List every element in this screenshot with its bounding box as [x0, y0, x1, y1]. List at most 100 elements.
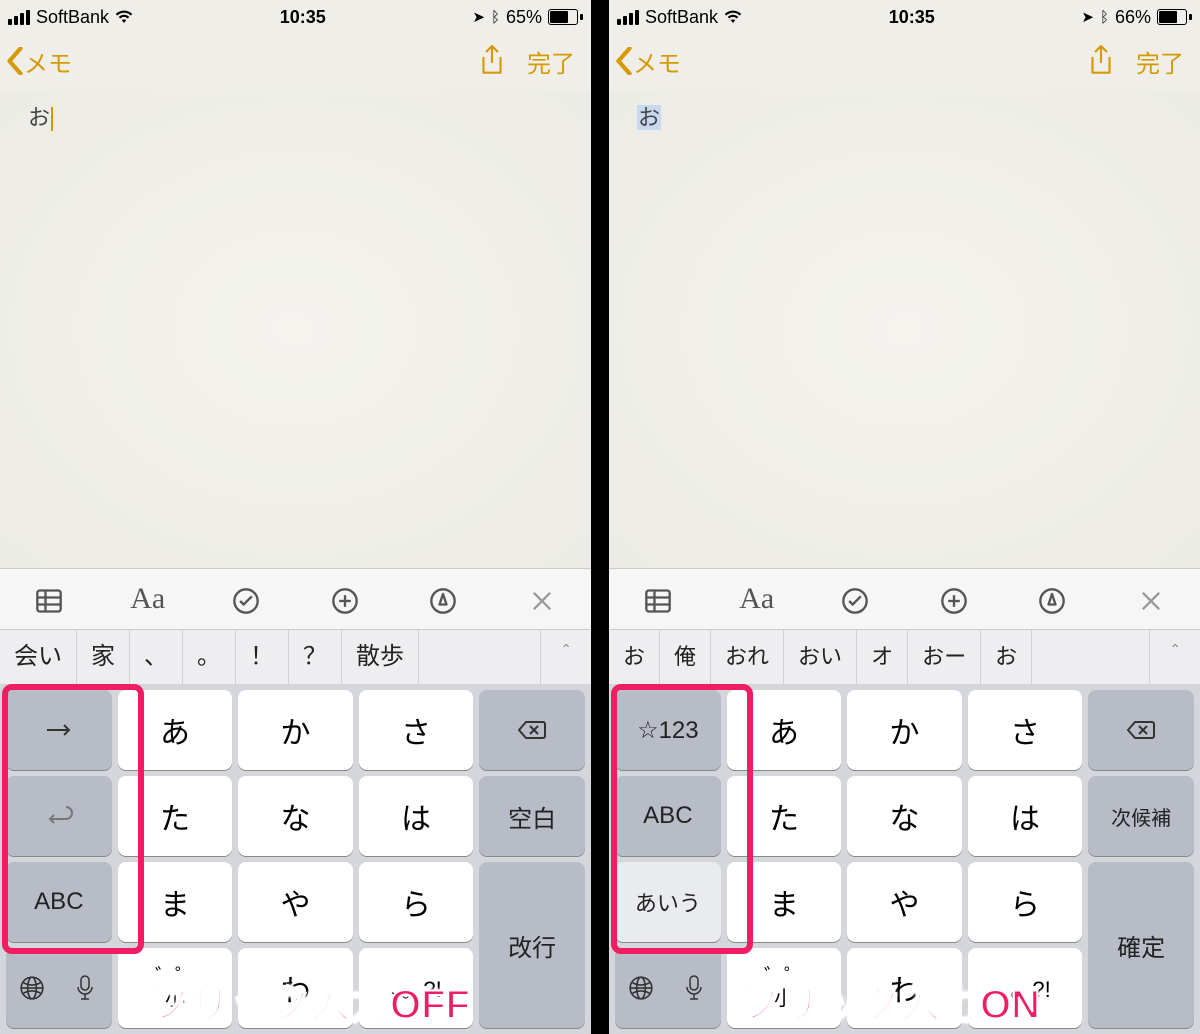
kana-key[interactable]: ま: [727, 862, 842, 942]
back-button[interactable]: メモ: [615, 44, 681, 79]
plus-circle-icon[interactable]: [905, 583, 1004, 614]
mic-icon[interactable]: [668, 975, 721, 1001]
suggestion[interactable]: 。: [183, 630, 236, 684]
text-caret: [51, 107, 53, 131]
back-label: メモ: [633, 44, 681, 79]
done-button[interactable]: 完了: [527, 44, 575, 79]
abc-key[interactable]: ABC: [615, 776, 721, 856]
kana-key[interactable]: か: [847, 690, 962, 770]
plus-circle-icon[interactable]: [296, 583, 395, 614]
phone-left: SoftBank 10:35 ➤ ᛒ 65% メモ 完了: [0, 0, 591, 1034]
draw-circle-icon[interactable]: [394, 583, 493, 614]
wifi-icon: [115, 10, 133, 24]
chevron-left-icon: [6, 47, 24, 75]
check-circle-icon[interactable]: [806, 583, 905, 614]
table-icon[interactable]: [609, 583, 708, 614]
kana-key[interactable]: な: [238, 776, 353, 856]
close-icon[interactable]: [493, 583, 592, 614]
abc-key[interactable]: ABC: [6, 862, 112, 942]
format-toolbar: Aa: [0, 568, 591, 629]
back-button[interactable]: メモ: [6, 44, 72, 79]
next-key[interactable]: [6, 690, 112, 770]
kana-key[interactable]: は: [968, 776, 1083, 856]
check-circle-icon[interactable]: [197, 583, 296, 614]
back-label: メモ: [24, 44, 72, 79]
kana-key[interactable]: さ: [968, 690, 1083, 770]
kana-key[interactable]: ら: [968, 862, 1083, 942]
done-button[interactable]: 完了: [1136, 44, 1184, 79]
kana-key[interactable]: さ: [359, 690, 474, 770]
wifi-icon: [724, 10, 742, 24]
kana-key[interactable]: ま: [118, 862, 233, 942]
nav-bar: メモ 完了: [0, 32, 591, 90]
suggestion[interactable]: おー: [908, 630, 981, 684]
kana-key[interactable]: ら: [359, 862, 474, 942]
suggestion[interactable]: 俺: [660, 630, 711, 684]
mic-icon[interactable]: [59, 975, 112, 1001]
return-key[interactable]: 改行: [479, 862, 585, 1028]
note-text: お: [28, 105, 50, 130]
clock: 10:35: [742, 7, 1081, 28]
globe-icon[interactable]: [6, 975, 59, 1001]
kana-key[interactable]: や: [847, 862, 962, 942]
kana-key[interactable]: や: [238, 862, 353, 942]
carrier-label: SoftBank: [36, 7, 109, 28]
globe-icon[interactable]: [615, 975, 668, 1001]
location-icon: ➤: [1081, 8, 1094, 26]
kana-key[interactable]: な: [847, 776, 962, 856]
kana-key[interactable]: た: [118, 776, 233, 856]
caption-left: フリック入力OFF: [150, 972, 470, 1030]
signal-icon: [617, 10, 639, 25]
signal-icon: [8, 10, 30, 25]
share-icon[interactable]: [1088, 45, 1114, 77]
suggestion[interactable]: お: [609, 630, 660, 684]
battery-icon: [548, 9, 583, 25]
text-style-icon[interactable]: Aa: [708, 582, 807, 616]
suggestion[interactable]: 散歩: [342, 630, 419, 684]
kana-key[interactable]: あ: [118, 690, 233, 770]
phone-right: SoftBank 10:35 ➤ ᛒ 66% メモ 完了: [609, 0, 1200, 1034]
suggestion[interactable]: ？: [289, 630, 342, 684]
battery-icon: [1157, 9, 1192, 25]
expand-suggestions-icon[interactable]: ＾: [540, 630, 591, 684]
text-style-icon[interactable]: Aa: [99, 582, 198, 616]
suggestion[interactable]: 家: [77, 630, 130, 684]
suggestion[interactable]: オ: [857, 630, 908, 684]
delete-key[interactable]: [1088, 690, 1194, 770]
location-icon: ➤: [472, 8, 485, 26]
table-icon[interactable]: [0, 583, 99, 614]
suggestion[interactable]: ！: [236, 630, 289, 684]
confirm-key[interactable]: 確定: [1088, 862, 1194, 1028]
nav-bar: メモ 完了: [609, 32, 1200, 90]
suggestion[interactable]: お: [981, 630, 1032, 684]
battery-percent: 66%: [1115, 7, 1151, 28]
suggestion[interactable]: おれ: [711, 630, 784, 684]
space-key[interactable]: 空白: [479, 776, 585, 856]
globe-mic-key[interactable]: [6, 948, 112, 1028]
suggestion[interactable]: 会い: [0, 630, 77, 684]
suggestion[interactable]: 、: [130, 630, 183, 684]
battery-percent: 65%: [506, 7, 542, 28]
next-candidate-key[interactable]: 次候補: [1088, 776, 1194, 856]
kana-key[interactable]: か: [238, 690, 353, 770]
close-icon[interactable]: [1102, 583, 1200, 614]
note-text: お: [637, 105, 661, 130]
undo-key[interactable]: [6, 776, 112, 856]
numsym-key[interactable]: ☆123: [615, 690, 721, 770]
kana-key[interactable]: た: [727, 776, 842, 856]
delete-key[interactable]: [479, 690, 585, 770]
kana-key[interactable]: あ: [727, 690, 842, 770]
globe-mic-key[interactable]: [615, 948, 721, 1028]
share-icon[interactable]: [479, 45, 505, 77]
kana-mode-key[interactable]: あいう: [615, 862, 721, 942]
draw-circle-icon[interactable]: [1003, 583, 1102, 614]
caption-right: フリック入力ON: [740, 972, 1040, 1030]
expand-suggestions-icon[interactable]: ＾: [1149, 630, 1200, 684]
chevron-left-icon: [615, 47, 633, 75]
suggestion[interactable]: おい: [784, 630, 857, 684]
kana-key[interactable]: は: [359, 776, 474, 856]
note-body[interactable]: お: [609, 90, 1200, 568]
clock: 10:35: [133, 7, 472, 28]
note-body[interactable]: お: [0, 90, 591, 568]
suggestion-bar: お 俺 おれ おい オ おー お ＾: [609, 629, 1200, 684]
